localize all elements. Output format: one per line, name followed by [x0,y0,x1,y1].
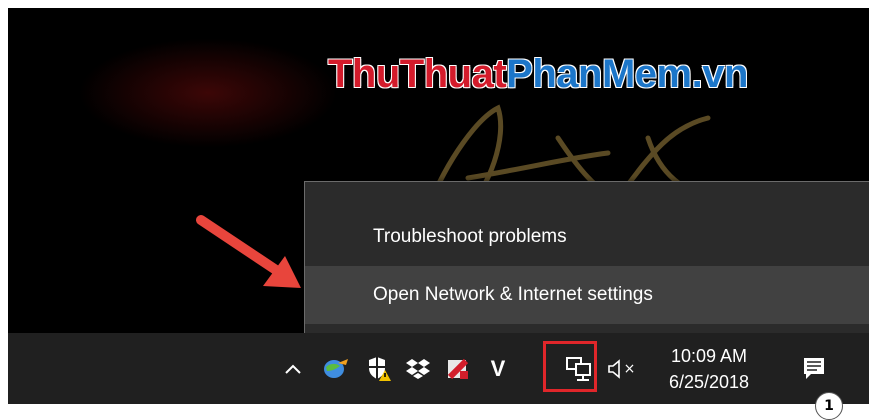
taskbar: V × 10:09 AM 6/25/2018 [8,333,869,404]
menu-item-label: Open Network & Internet settings [373,284,653,305]
v-app-icon[interactable]: V [480,333,516,404]
site-watermark: ThuThuatPhanMem.vn [328,52,748,97]
clock-date: 6/25/2018 [668,372,750,392]
network-icon-highlight [543,341,597,392]
menu-item-label: Troubleshoot problems [373,226,567,247]
watermark-part2: PhanMem [506,52,692,96]
menu-item-troubleshoot[interactable]: Troubleshoot problems [305,208,869,266]
network-globe-icon[interactable] [318,333,354,404]
watermark-part1: ThuThuat [328,52,507,96]
desktop: ThuThuatPhanMem.vn Troubleshoot problems… [8,8,869,404]
clock-time: 10:09 AM [670,346,748,366]
mute-x-symbol: × [623,360,636,377]
v-app-letter: V [490,355,506,381]
watermark-part3: .vn [691,52,749,96]
dropbox-icon[interactable] [400,333,436,404]
network-context-menu: Troubleshoot problems Open Network & Int… [304,181,869,347]
notification-count-badge: 1 [815,392,843,420]
taskbar-clock[interactable]: 10:09 AM 6/25/2018 [654,343,764,395]
wallpaper-glow [78,38,338,148]
menu-item-open-network-settings[interactable]: Open Network & Internet settings [305,266,869,324]
annotation-arrow [196,215,301,288]
antivirus-icon[interactable] [440,333,476,404]
volume-muted-icon[interactable]: × [601,333,641,404]
shield-warning-icon[interactable] [360,333,396,404]
show-hidden-icons-icon[interactable] [280,333,306,404]
